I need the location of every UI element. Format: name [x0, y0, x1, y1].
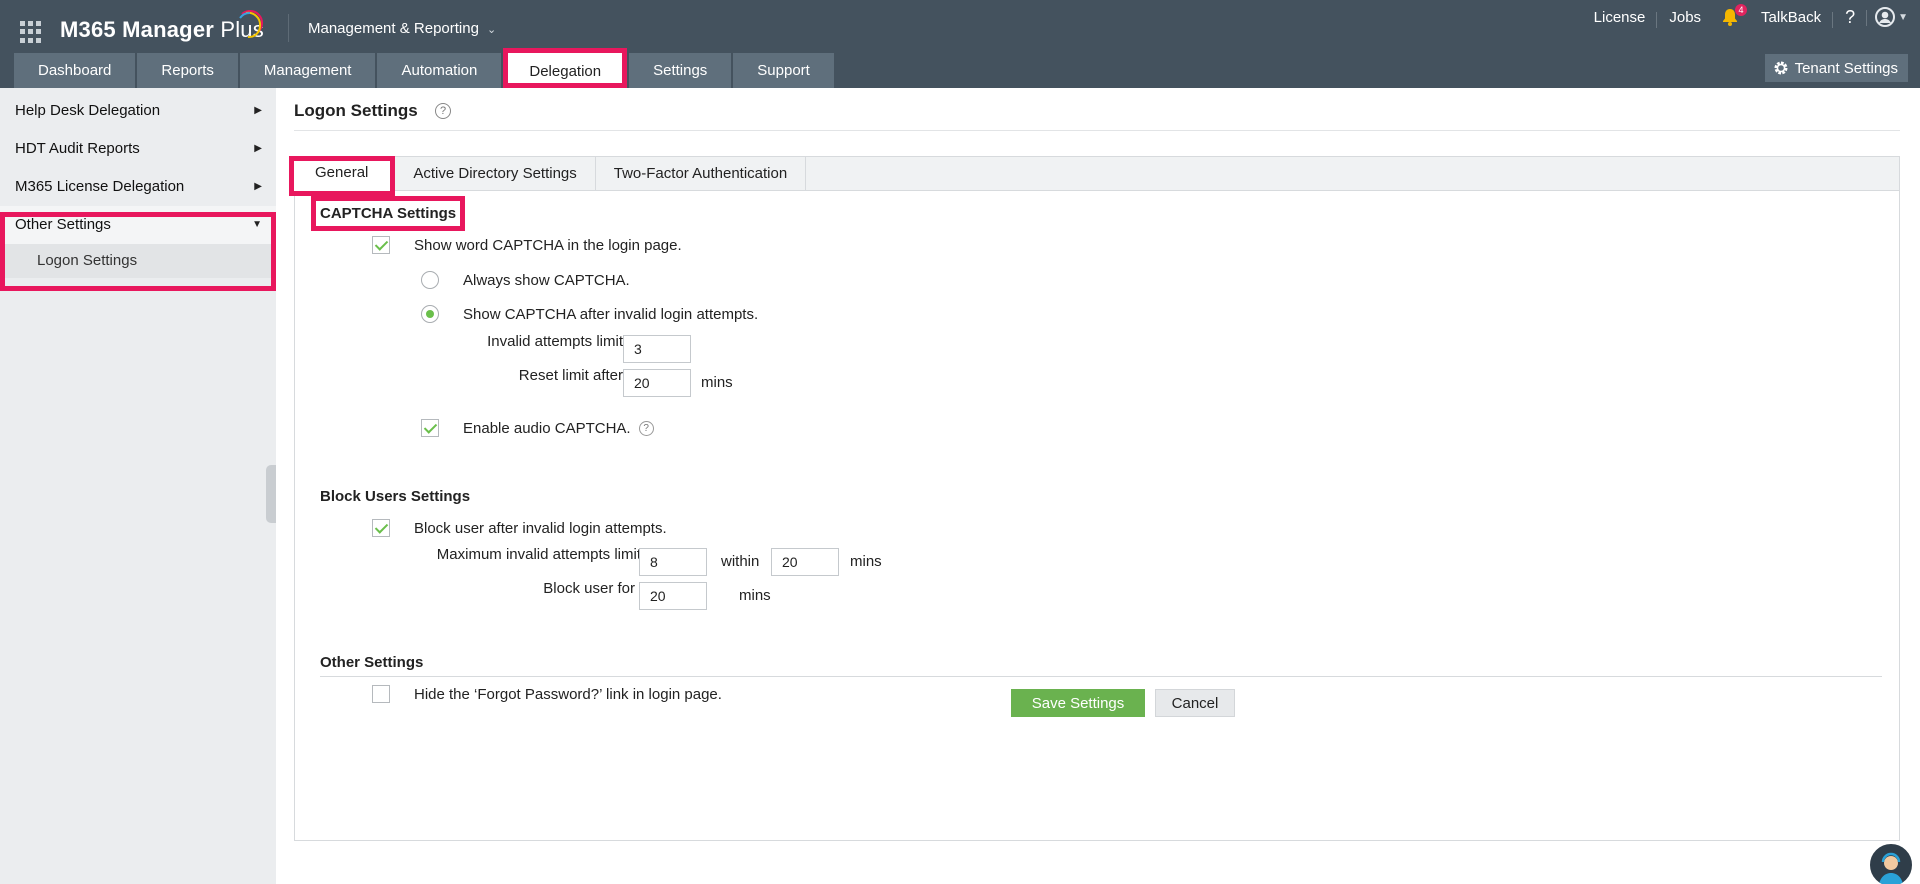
sidebar-group-other-settings: Other Settings ▼ Logon Settings [0, 206, 276, 278]
top-links: License Jobs 4 TalkBack ? ▼ [1582, 0, 1920, 34]
support-agent-icon [1879, 852, 1903, 884]
block-users-section-title: Block Users Settings [320, 488, 471, 505]
after-invalid-row: Show CAPTCHA after invalid login attempt… [421, 305, 758, 323]
app-logo[interactable]: M365 Manager Plus [60, 17, 264, 43]
tab-settings[interactable]: Settings [629, 53, 732, 88]
max-limit-label-wrap: Maximum invalid attempts limit [395, 546, 641, 563]
show-captcha-row: Show word CAPTCHA in the login page. [372, 236, 682, 254]
sidebar-item-m365-license-delegation[interactable]: M365 License Delegation ▶ [0, 168, 276, 206]
top-bar: M365 Manager Plus Management & Reporting… [0, 0, 1920, 88]
tab-active-directory-settings[interactable]: Active Directory Settings [395, 157, 596, 191]
caret-right-icon: ▶ [254, 181, 262, 192]
tab-two-factor-authentication[interactable]: Two-Factor Authentication [596, 157, 807, 191]
tab-delegation[interactable]: Delegation [503, 48, 628, 88]
tab-reports[interactable]: Reports [137, 53, 238, 88]
app-name: M365 Manager [60, 17, 215, 42]
captcha-section-title: CAPTCHA Settings [310, 196, 466, 231]
tab-management[interactable]: Management [239, 53, 376, 88]
tab-dashboard[interactable]: Dashboard [14, 53, 136, 88]
sidebar: Help Desk Delegation ▶ HDT Audit Reports… [0, 88, 276, 884]
settings-panel: General Active Directory Settings Two-Fa… [289, 156, 1900, 841]
title-divider [294, 130, 1900, 131]
max-attempts-input[interactable] [639, 548, 707, 576]
within-mins-label: mins [850, 553, 882, 570]
reset-limit-label-wrap: Reset limit after [463, 367, 623, 384]
block-user-label: Block user after invalid login attempts. [414, 519, 667, 537]
block-user-row: Block user after invalid login attempts. [372, 519, 667, 537]
hide-forgot-checkbox[interactable] [372, 685, 390, 703]
other-settings-section-title: Other Settings [320, 654, 424, 671]
always-show-radio[interactable] [421, 271, 439, 289]
tenant-settings-button[interactable]: Tenant Settings [1764, 54, 1908, 82]
invalid-limit-input[interactable] [623, 335, 691, 363]
sidebar-item-label: M365 License Delegation [15, 178, 185, 195]
page-title: Logon Settings [294, 101, 418, 120]
chevron-down-icon: ⌄ [486, 24, 497, 36]
footer-divider [320, 676, 1882, 677]
app-launcher-icon[interactable] [20, 21, 42, 43]
settings-tabs: General Active Directory Settings Two-Fa… [289, 156, 1899, 196]
sidebar-item-other-settings[interactable]: Other Settings ▼ [0, 206, 276, 244]
reset-mins-label: mins [701, 374, 733, 391]
chat-support-button[interactable] [1868, 842, 1914, 884]
show-captcha-label: Show word CAPTCHA in the login page. [414, 236, 682, 254]
logo-swoosh-icon [239, 10, 264, 39]
talkback-link[interactable]: TalkBack [1749, 9, 1834, 28]
caret-right-icon: ▶ [254, 143, 262, 154]
hide-forgot-row: Hide the ‘Forgot Password?’ link in logi… [372, 685, 722, 703]
product-switcher[interactable]: Management & Reporting ⌄ [308, 20, 496, 37]
sidebar-item-label: Help Desk Delegation [15, 102, 161, 119]
main-nav: Dashboard Reports Management Automation … [14, 48, 836, 88]
block-for-label-wrap: Block user for [395, 580, 635, 597]
notifications-button[interactable]: 4 [1713, 0, 1749, 34]
reset-limit-label: Reset limit after [518, 367, 623, 384]
sidebar-subitem-logon-settings[interactable]: Logon Settings [0, 244, 276, 278]
jobs-link[interactable]: Jobs [1657, 9, 1713, 26]
caret-right-icon: ▶ [254, 105, 262, 116]
cancel-button[interactable]: Cancel [1155, 689, 1235, 717]
sidebar-item-label: Other Settings [15, 216, 111, 233]
user-avatar-icon [1875, 7, 1896, 27]
gear-icon [1774, 61, 1788, 75]
notification-badge: 4 [1735, 4, 1748, 16]
audio-captcha-checkbox[interactable] [421, 419, 439, 437]
always-show-row: Always show CAPTCHA. [421, 271, 630, 289]
show-captcha-checkbox[interactable] [372, 236, 390, 254]
after-invalid-label: Show CAPTCHA after invalid login attempt… [463, 305, 759, 323]
block-user-checkbox[interactable] [372, 519, 390, 537]
within-mins-input[interactable] [771, 548, 839, 576]
help-icon[interactable]: ? [638, 420, 654, 436]
tenant-settings-label: Tenant Settings [1794, 59, 1898, 77]
sidebar-item-hdt-audit-reports[interactable]: HDT Audit Reports ▶ [0, 130, 276, 168]
audio-captcha-row: Enable audio CAPTCHA. ? [421, 419, 654, 437]
block-for-mins-label: mins [739, 587, 771, 604]
license-link[interactable]: License [1582, 9, 1658, 28]
always-show-label: Always show CAPTCHA. [463, 271, 630, 289]
product-switcher-label: Management & Reporting [308, 20, 479, 37]
help-icon[interactable]: ? [435, 103, 451, 119]
invalid-limit-label-wrap: Invalid attempts limit [463, 333, 623, 350]
header-divider [288, 14, 289, 42]
tab-support[interactable]: Support [733, 53, 834, 88]
after-invalid-radio[interactable] [421, 305, 439, 323]
caret-down-icon: ▼ [252, 219, 262, 230]
user-menu[interactable]: ▼ [1867, 7, 1920, 27]
within-label: within [721, 553, 760, 570]
sidebar-item-label: HDT Audit Reports [15, 140, 140, 157]
sidebar-item-help-desk-delegation[interactable]: Help Desk Delegation ▶ [0, 92, 276, 130]
block-for-label: Block user for [543, 580, 635, 597]
main-content: Logon Settings ? General Active Director… [276, 88, 1920, 884]
sidebar-collapse-handle[interactable] [266, 465, 276, 523]
block-for-input[interactable] [639, 582, 707, 610]
audio-captcha-label: Enable audio CAPTCHA. [463, 419, 631, 437]
hide-forgot-label: Hide the ‘Forgot Password?’ link in logi… [414, 685, 722, 703]
max-limit-label: Maximum invalid attempts limit [436, 546, 641, 563]
invalid-limit-label: Invalid attempts limit [487, 333, 623, 350]
save-settings-button[interactable]: Save Settings [1011, 689, 1145, 717]
help-link[interactable]: ? [1833, 7, 1868, 28]
chevron-down-icon: ▼ [1898, 11, 1908, 23]
reset-limit-input[interactable] [623, 369, 691, 397]
tab-automation[interactable]: Automation [377, 53, 502, 88]
tab-general[interactable]: General [289, 156, 396, 196]
